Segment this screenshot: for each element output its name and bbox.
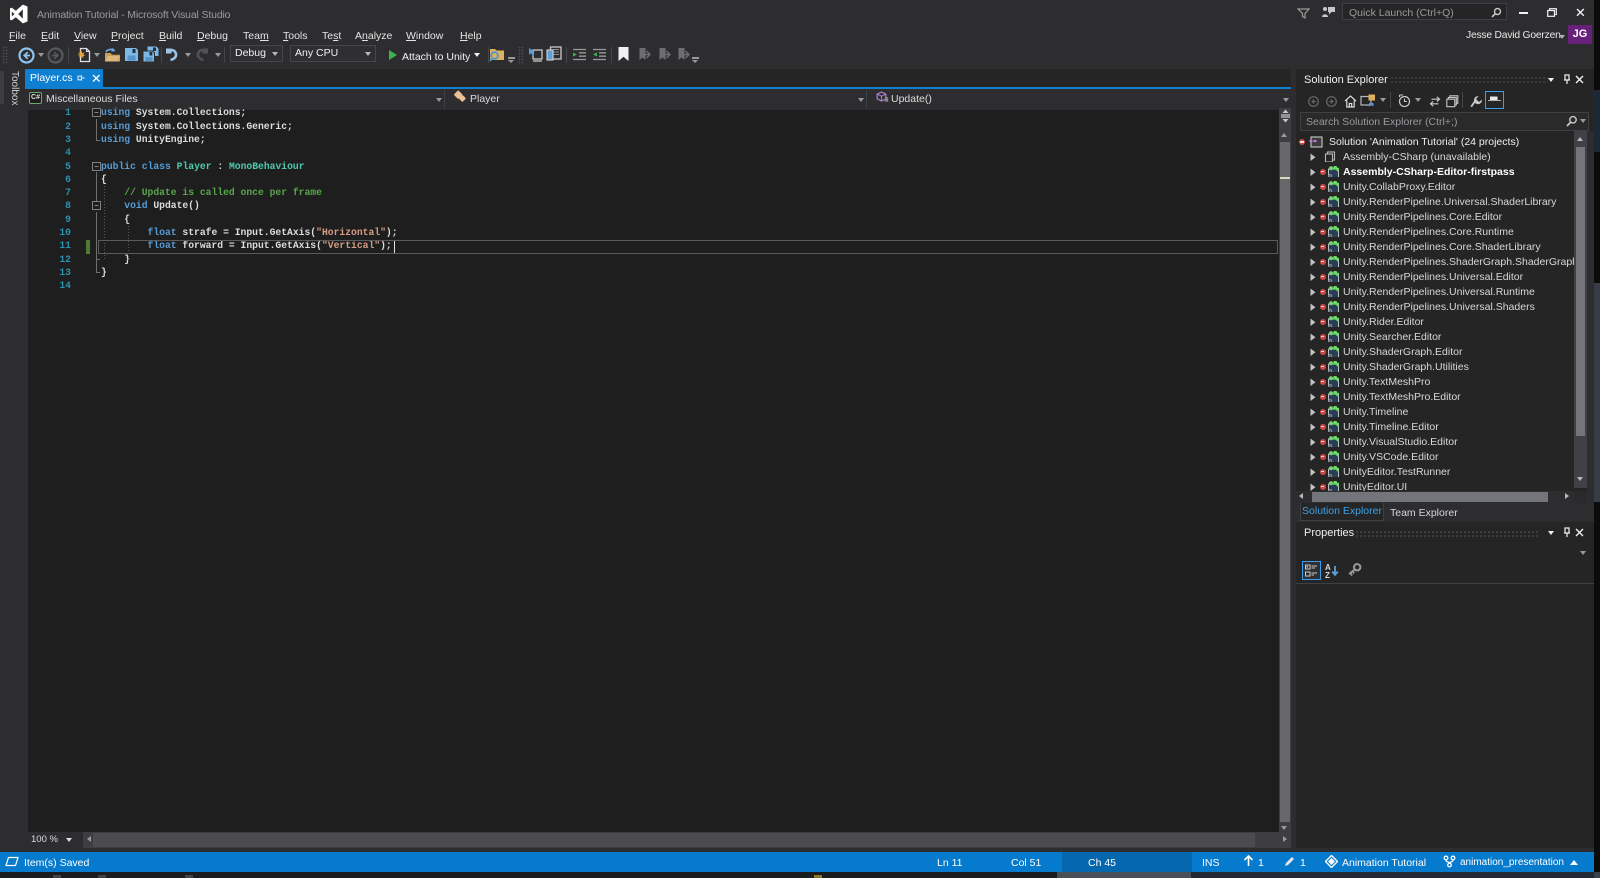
svg-text:Z: Z <box>1325 571 1330 578</box>
